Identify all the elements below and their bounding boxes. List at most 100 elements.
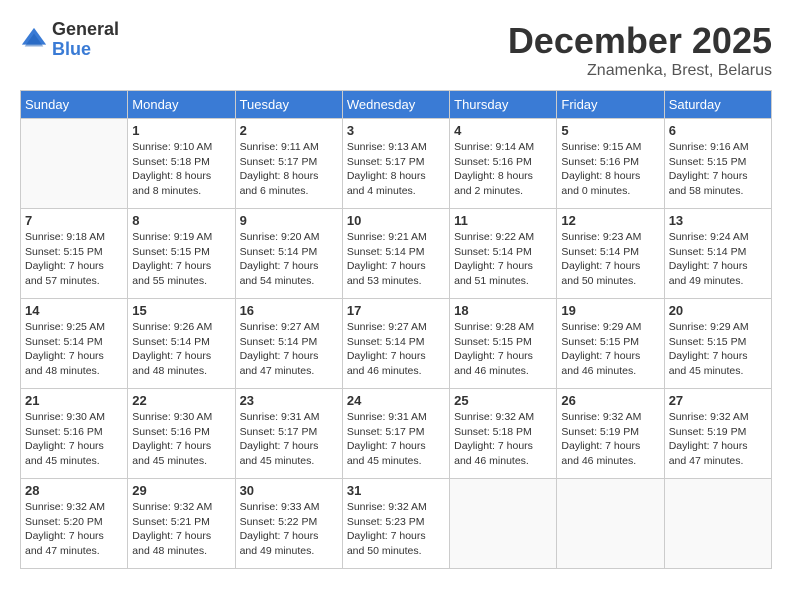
day-info: Sunrise: 9:30 AMSunset: 5:16 PMDaylight:… <box>132 410 230 469</box>
day-number: 12 <box>561 213 659 228</box>
calendar-cell <box>664 479 771 569</box>
logo-general: General <box>52 20 119 40</box>
day-number: 11 <box>454 213 552 228</box>
page-header: General Blue December 2025 Znamenka, Bre… <box>20 20 772 80</box>
weekday-header-row: SundayMondayTuesdayWednesdayThursdayFrid… <box>21 91 772 119</box>
day-info: Sunrise: 9:28 AMSunset: 5:15 PMDaylight:… <box>454 320 552 379</box>
calendar-cell: 23 Sunrise: 9:31 AMSunset: 5:17 PMDayligh… <box>235 389 342 479</box>
day-info: Sunrise: 9:32 AMSunset: 5:23 PMDaylight:… <box>347 500 445 559</box>
logo-text: General Blue <box>52 20 119 60</box>
day-info: Sunrise: 9:16 AMSunset: 5:15 PMDaylight:… <box>669 140 767 199</box>
logo-icon <box>20 26 48 54</box>
day-number: 27 <box>669 393 767 408</box>
day-number: 2 <box>240 123 338 138</box>
calendar-cell: 8 Sunrise: 9:19 AMSunset: 5:15 PMDaylight… <box>128 209 235 299</box>
day-info: Sunrise: 9:31 AMSunset: 5:17 PMDaylight:… <box>240 410 338 469</box>
calendar-cell: 13 Sunrise: 9:24 AMSunset: 5:14 PMDayligh… <box>664 209 771 299</box>
calendar-cell: 29 Sunrise: 9:32 AMSunset: 5:21 PMDayligh… <box>128 479 235 569</box>
day-number: 23 <box>240 393 338 408</box>
day-number: 26 <box>561 393 659 408</box>
day-info: Sunrise: 9:22 AMSunset: 5:14 PMDaylight:… <box>454 230 552 289</box>
day-number: 29 <box>132 483 230 498</box>
day-info: Sunrise: 9:21 AMSunset: 5:14 PMDaylight:… <box>347 230 445 289</box>
day-number: 19 <box>561 303 659 318</box>
day-number: 15 <box>132 303 230 318</box>
calendar-cell: 22 Sunrise: 9:30 AMSunset: 5:16 PMDayligh… <box>128 389 235 479</box>
day-number: 17 <box>347 303 445 318</box>
day-info: Sunrise: 9:32 AMSunset: 5:20 PMDaylight:… <box>25 500 123 559</box>
day-info: Sunrise: 9:19 AMSunset: 5:15 PMDaylight:… <box>132 230 230 289</box>
calendar-cell: 19 Sunrise: 9:29 AMSunset: 5:15 PMDayligh… <box>557 299 664 389</box>
day-number: 22 <box>132 393 230 408</box>
day-info: Sunrise: 9:31 AMSunset: 5:17 PMDaylight:… <box>347 410 445 469</box>
logo-blue: Blue <box>52 40 119 60</box>
calendar-cell: 12 Sunrise: 9:23 AMSunset: 5:14 PMDayligh… <box>557 209 664 299</box>
day-number: 13 <box>669 213 767 228</box>
weekday-header: Tuesday <box>235 91 342 119</box>
calendar-cell: 20 Sunrise: 9:29 AMSunset: 5:15 PMDayligh… <box>664 299 771 389</box>
calendar-cell: 11 Sunrise: 9:22 AMSunset: 5:14 PMDayligh… <box>450 209 557 299</box>
calendar-week-row: 1 Sunrise: 9:10 AMSunset: 5:18 PMDaylight… <box>21 119 772 209</box>
day-info: Sunrise: 9:14 AMSunset: 5:16 PMDaylight:… <box>454 140 552 199</box>
calendar-cell: 25Sunrise: 9:32 AMSunset: 5:18 PMDayligh… <box>450 389 557 479</box>
day-info: Sunrise: 9:23 AMSunset: 5:14 PMDaylight:… <box>561 230 659 289</box>
calendar-week-row: 21 Sunrise: 9:30 AMSunset: 5:16 PMDayligh… <box>21 389 772 479</box>
calendar-cell <box>557 479 664 569</box>
calendar-cell: 2 Sunrise: 9:11 AMSunset: 5:17 PMDaylight… <box>235 119 342 209</box>
day-info: Sunrise: 9:10 AMSunset: 5:18 PMDaylight:… <box>132 140 230 199</box>
day-info: Sunrise: 9:27 AMSunset: 5:14 PMDaylight:… <box>347 320 445 379</box>
day-number: 25 <box>454 393 552 408</box>
title-block: December 2025 Znamenka, Brest, Belarus <box>508 20 772 80</box>
calendar-cell: 3Sunrise: 9:13 AMSunset: 5:17 PMDaylight… <box>342 119 449 209</box>
calendar-cell: 10 Sunrise: 9:21 AMSunset: 5:14 PMDayligh… <box>342 209 449 299</box>
day-number: 3 <box>347 123 445 138</box>
day-number: 31 <box>347 483 445 498</box>
calendar-cell: 6 Sunrise: 9:16 AMSunset: 5:15 PMDaylight… <box>664 119 771 209</box>
day-number: 28 <box>25 483 123 498</box>
day-info: Sunrise: 9:33 AMSunset: 5:22 PMDaylight:… <box>240 500 338 559</box>
day-number: 16 <box>240 303 338 318</box>
calendar-cell: 28 Sunrise: 9:32 AMSunset: 5:20 PMDayligh… <box>21 479 128 569</box>
day-info: Sunrise: 9:25 AMSunset: 5:14 PMDaylight:… <box>25 320 123 379</box>
day-number: 7 <box>25 213 123 228</box>
calendar-cell: 18Sunrise: 9:28 AMSunset: 5:15 PMDayligh… <box>450 299 557 389</box>
calendar-cell: 31 Sunrise: 9:32 AMSunset: 5:23 PMDayligh… <box>342 479 449 569</box>
day-number: 30 <box>240 483 338 498</box>
day-number: 20 <box>669 303 767 318</box>
calendar-week-row: 7Sunrise: 9:18 AMSunset: 5:15 PMDaylight… <box>21 209 772 299</box>
calendar-cell: 5 Sunrise: 9:15 AMSunset: 5:16 PMDaylight… <box>557 119 664 209</box>
weekday-header: Wednesday <box>342 91 449 119</box>
day-info: Sunrise: 9:32 AMSunset: 5:21 PMDaylight:… <box>132 500 230 559</box>
day-info: Sunrise: 9:29 AMSunset: 5:15 PMDaylight:… <box>669 320 767 379</box>
weekday-header: Friday <box>557 91 664 119</box>
day-number: 9 <box>240 213 338 228</box>
day-number: 5 <box>561 123 659 138</box>
day-info: Sunrise: 9:32 AMSunset: 5:19 PMDaylight:… <box>669 410 767 469</box>
day-info: Sunrise: 9:30 AMSunset: 5:16 PMDaylight:… <box>25 410 123 469</box>
day-number: 10 <box>347 213 445 228</box>
calendar-week-row: 14Sunrise: 9:25 AMSunset: 5:14 PMDayligh… <box>21 299 772 389</box>
day-info: Sunrise: 9:15 AMSunset: 5:16 PMDaylight:… <box>561 140 659 199</box>
day-info: Sunrise: 9:11 AMSunset: 5:17 PMDaylight:… <box>240 140 338 199</box>
day-info: Sunrise: 9:20 AMSunset: 5:14 PMDaylight:… <box>240 230 338 289</box>
day-number: 1 <box>132 123 230 138</box>
calendar-cell: 4Sunrise: 9:14 AMSunset: 5:16 PMDaylight… <box>450 119 557 209</box>
weekday-header: Saturday <box>664 91 771 119</box>
day-info: Sunrise: 9:26 AMSunset: 5:14 PMDaylight:… <box>132 320 230 379</box>
calendar-cell: 9 Sunrise: 9:20 AMSunset: 5:14 PMDaylight… <box>235 209 342 299</box>
day-number: 21 <box>25 393 123 408</box>
day-info: Sunrise: 9:29 AMSunset: 5:15 PMDaylight:… <box>561 320 659 379</box>
day-info: Sunrise: 9:24 AMSunset: 5:14 PMDaylight:… <box>669 230 767 289</box>
calendar-cell: 26 Sunrise: 9:32 AMSunset: 5:19 PMDayligh… <box>557 389 664 479</box>
calendar-cell: 21 Sunrise: 9:30 AMSunset: 5:16 PMDayligh… <box>21 389 128 479</box>
location: Znamenka, Brest, Belarus <box>508 62 772 80</box>
day-info: Sunrise: 9:32 AMSunset: 5:19 PMDaylight:… <box>561 410 659 469</box>
weekday-header: Monday <box>128 91 235 119</box>
day-number: 6 <box>669 123 767 138</box>
calendar-cell: 27 Sunrise: 9:32 AMSunset: 5:19 PMDayligh… <box>664 389 771 479</box>
day-number: 8 <box>132 213 230 228</box>
calendar-cell <box>450 479 557 569</box>
calendar-cell: 15 Sunrise: 9:26 AMSunset: 5:14 PMDayligh… <box>128 299 235 389</box>
calendar-cell: 30 Sunrise: 9:33 AMSunset: 5:22 PMDayligh… <box>235 479 342 569</box>
day-info: Sunrise: 9:27 AMSunset: 5:14 PMDaylight:… <box>240 320 338 379</box>
